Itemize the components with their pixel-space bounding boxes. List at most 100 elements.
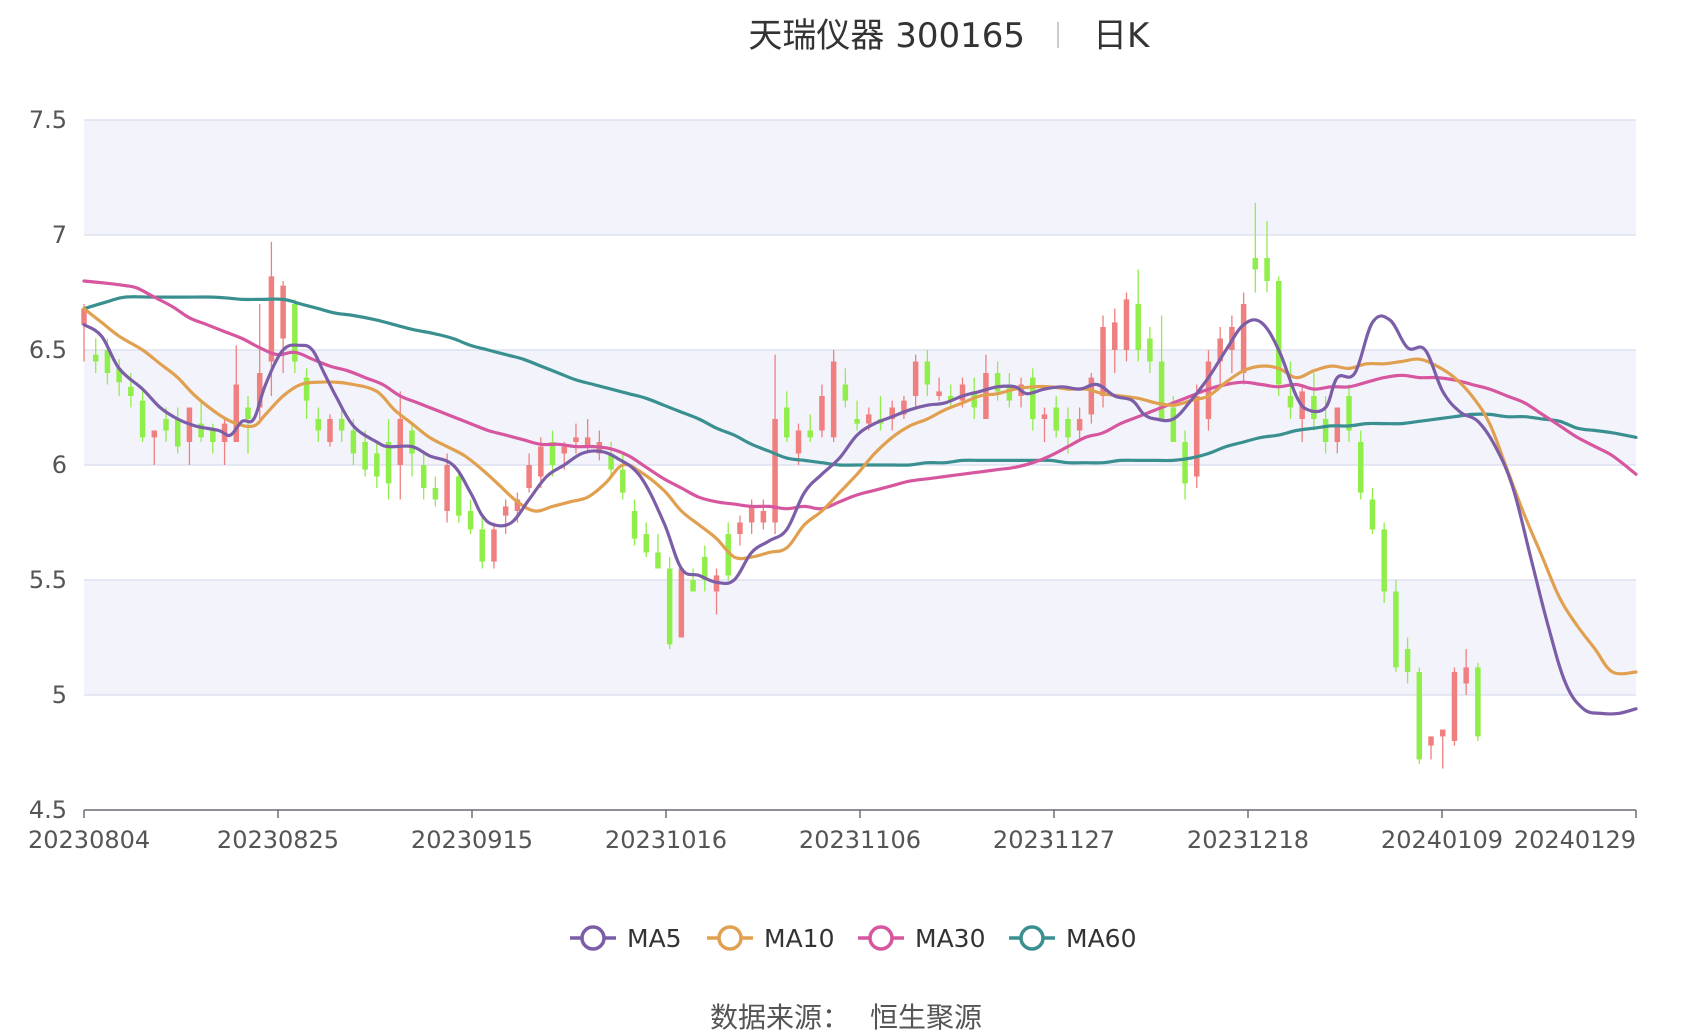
title-period: 日K bbox=[1093, 16, 1151, 56]
candle-body bbox=[830, 361, 837, 438]
y-axis: 7.5 7 6.5 6 5.5 5 4.5 bbox=[29, 106, 67, 824]
legend-item-ma60[interactable]: MA60 bbox=[1009, 924, 1136, 953]
stock-chart: 天瑞仪器 300165 日K 7.576.565.554.5 20230804 2… bbox=[28, 16, 1638, 1034]
legend-swatch-circle bbox=[1019, 925, 1045, 951]
legend-item-ma5[interactable]: MA5 bbox=[570, 924, 682, 953]
y-tick-label: 6.5 bbox=[29, 336, 67, 364]
candle-body bbox=[1170, 407, 1177, 442]
chart-title: 天瑞仪器 300165 日K bbox=[748, 16, 1151, 56]
candle-body bbox=[1357, 442, 1364, 493]
source-label: 数据来源： bbox=[710, 1001, 850, 1034]
candle-body bbox=[1381, 529, 1387, 592]
candle-body bbox=[1393, 591, 1399, 668]
y-tick-label: 4.5 bbox=[29, 796, 67, 824]
candle-body bbox=[303, 377, 310, 401]
candle-body bbox=[420, 465, 427, 488]
candle-body bbox=[1240, 304, 1247, 373]
legend-item-ma30[interactable]: MA30 bbox=[858, 924, 985, 953]
candle-body bbox=[854, 419, 860, 424]
candle-body bbox=[1158, 361, 1165, 419]
candle-body bbox=[151, 430, 158, 438]
x-tick-label: 20231127 bbox=[993, 826, 1115, 854]
candle-body bbox=[1463, 667, 1469, 684]
title-stock-name: 天瑞仪器 300165 bbox=[748, 16, 1025, 56]
candle-body bbox=[1311, 396, 1317, 419]
candle-body bbox=[1475, 667, 1481, 737]
candle-body bbox=[397, 419, 404, 465]
candle-body bbox=[1182, 442, 1188, 484]
candle-body bbox=[280, 285, 286, 339]
legend-label: MA60 bbox=[1066, 924, 1136, 953]
x-tick-label: 20231016 bbox=[605, 826, 727, 854]
candle-body bbox=[350, 430, 357, 454]
candle-body bbox=[666, 568, 673, 645]
y-tick-label: 5.5 bbox=[29, 566, 67, 594]
candle-body bbox=[1135, 304, 1141, 350]
candle-body bbox=[456, 476, 462, 516]
x-tick-label: 20240129 bbox=[1514, 826, 1636, 854]
candle-body bbox=[374, 453, 380, 477]
candle-body bbox=[620, 469, 626, 493]
candle-body bbox=[409, 430, 415, 454]
candle-body bbox=[1451, 672, 1458, 741]
candle-body bbox=[561, 446, 567, 454]
data-source: 数据来源： 恒生聚源 bbox=[710, 1001, 982, 1034]
legend-swatch-circle bbox=[580, 925, 606, 951]
x-axis: 20230804 20230825 20230915 20231016 20231106… bbox=[28, 809, 1637, 854]
legend-item-ma10[interactable]: MA10 bbox=[707, 924, 834, 953]
candle-body bbox=[573, 437, 579, 442]
candle-body bbox=[491, 529, 497, 562]
plot-background bbox=[84, 120, 1636, 695]
plot-band bbox=[84, 580, 1636, 695]
x-tick-label: 20230825 bbox=[217, 826, 339, 854]
candle-body bbox=[655, 552, 661, 569]
candle-body bbox=[1287, 396, 1294, 408]
candle-body bbox=[1053, 407, 1059, 431]
candle-body bbox=[210, 430, 216, 442]
candle-body bbox=[1439, 729, 1446, 737]
candle-body bbox=[795, 430, 802, 454]
candle-body bbox=[1264, 258, 1270, 281]
candle-body bbox=[502, 506, 509, 516]
candle-body bbox=[338, 419, 345, 431]
candle-body bbox=[1416, 672, 1423, 760]
y-tick-label: 7.5 bbox=[29, 106, 67, 134]
legend[interactable]: MA5 MA10 MA30 MA60 bbox=[570, 924, 1136, 953]
candle-body bbox=[444, 465, 450, 511]
candle-body bbox=[268, 276, 275, 362]
legend-label: MA5 bbox=[627, 924, 682, 953]
candle-body bbox=[479, 529, 485, 562]
candle-body bbox=[1322, 419, 1329, 442]
candle-body bbox=[784, 407, 790, 438]
candle-body bbox=[936, 391, 942, 396]
candle-body bbox=[362, 442, 368, 470]
candle-body bbox=[842, 384, 849, 401]
x-tick-label: 20231106 bbox=[799, 826, 921, 854]
candle-body bbox=[538, 446, 544, 477]
candle-body bbox=[1030, 377, 1036, 419]
candle-body bbox=[643, 534, 649, 553]
candle-body bbox=[1404, 649, 1411, 672]
source-value: 恒生聚源 bbox=[870, 1001, 982, 1034]
candle-body bbox=[526, 465, 532, 488]
candle-body bbox=[807, 430, 813, 438]
candle-body bbox=[139, 400, 146, 438]
x-tick-label: 20240109 bbox=[1381, 826, 1503, 854]
candle-body bbox=[315, 419, 322, 431]
legend-label: MA30 bbox=[915, 924, 985, 953]
candle-body bbox=[1252, 258, 1259, 270]
candle-body bbox=[163, 419, 169, 431]
candle-body bbox=[1112, 322, 1118, 350]
candle-body bbox=[174, 419, 181, 447]
x-tick-label: 20230804 bbox=[28, 826, 150, 854]
x-tick-label: 20231218 bbox=[1187, 826, 1309, 854]
candle-body bbox=[760, 511, 767, 523]
candle-body bbox=[1369, 499, 1376, 530]
y-tick-label: 6 bbox=[52, 451, 67, 479]
legend-swatch-circle bbox=[868, 925, 894, 951]
candle-body bbox=[1428, 736, 1434, 746]
x-tick-label: 20230915 bbox=[411, 826, 533, 854]
candle-body bbox=[678, 568, 685, 638]
candle-body bbox=[819, 396, 825, 431]
candle-body bbox=[690, 580, 696, 592]
